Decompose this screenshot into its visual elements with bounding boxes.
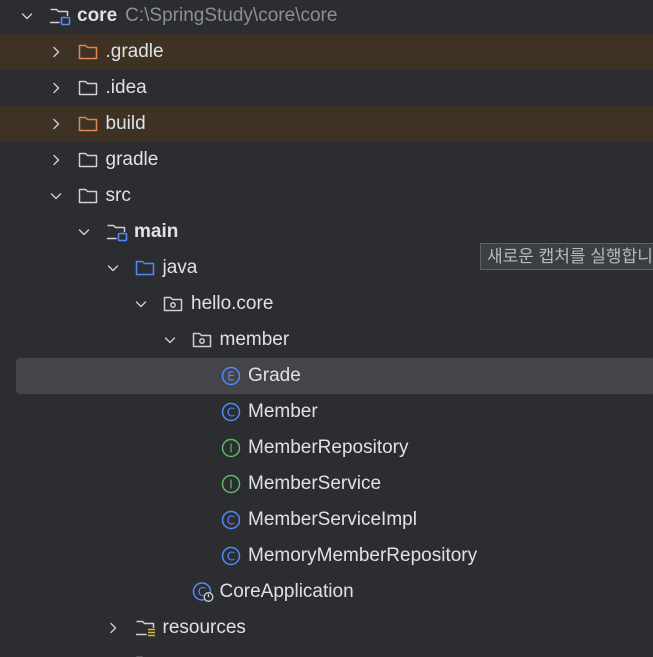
tree-item-label: .idea [106,70,147,106]
module-folder-icon [49,6,71,26]
tree-item-name: main [134,221,179,242]
interface-icon: I [220,438,242,458]
module-folder-icon [106,222,128,242]
chevron-right-icon[interactable] [49,117,63,131]
tree-item-label: .gradle [106,34,164,70]
chevron-down-icon[interactable] [77,225,91,239]
chevron-down-icon[interactable] [106,261,120,275]
svg-text:I: I [229,477,233,491]
interface-icon: I [220,474,242,494]
tree-row-coreapplication[interactable]: C CoreApplication [0,574,653,610]
tree-item-name: CoreApplication [219,581,354,602]
project-tree[interactable]: core C:\SpringStudy\core\core .gradle .idea… [0,0,653,657]
tree-item-label: java [163,250,198,286]
tree-item-name: MemberServiceImpl [248,509,417,530]
tree-item-label: MemoryMemberRepository [248,538,477,574]
tree-row-build[interactable]: build [0,106,653,142]
tree-row-memorymemberrepository[interactable]: C MemoryMemberRepository [0,538,653,574]
tree-item-label: build [106,106,146,142]
tree-row-memberrepository[interactable]: I MemberRepository [0,430,653,466]
tree-item-name: Grade [248,365,301,386]
folder-icon [78,150,100,170]
tree-row-member[interactable]: C Member [0,394,653,430]
excluded-folder-icon [78,114,100,134]
tree-item-name: MemberService [248,473,382,494]
spring-boot-class-icon: C [192,582,214,602]
tree-row-memberservice[interactable]: I MemberService [0,466,653,502]
tree-row-grade[interactable]: E Grade [16,358,653,394]
excluded-folder-icon [78,42,100,62]
tree-item-name: .idea [105,77,147,98]
tree-item-label: MemberServiceImpl [248,502,417,538]
tree-item-name: build [105,113,146,134]
chevron-right-icon[interactable] [49,153,63,167]
tree-item-name: member [219,329,290,350]
tree-item-label: MemberRepository [248,430,409,466]
svg-text:C: C [227,405,235,419]
folder-icon [78,186,100,206]
class-icon: C [220,402,242,422]
chevron-down-icon[interactable] [134,297,148,311]
tree-item-name: gradle [105,149,159,170]
enum-icon: E [220,366,242,386]
tree-row-resources[interactable]: resources [0,610,653,646]
tree-item-label: CoreApplication [220,574,354,610]
tree-row-idea[interactable]: .idea [0,70,653,106]
tree-item-name: Member [248,401,318,422]
tree-item-label: core C:\SpringStudy\core\core [77,0,337,34]
tree-row-hello-core[interactable]: hello.core [0,286,653,322]
tree-item-label: MemberService [248,466,381,502]
tree-item-label: src [106,178,131,214]
tree-item-label: gradle [106,142,159,178]
tree-row-gradle[interactable]: .gradle [0,34,653,70]
capture-tooltip: 새로운 캡처를 실행합니다 [480,243,653,270]
tree-item-name: MemberRepository [248,437,409,458]
chevron-right-icon[interactable] [49,45,63,59]
chevron-down-icon[interactable] [163,333,177,347]
tree-row-src[interactable]: src [0,178,653,214]
chevron-right-icon[interactable] [106,621,120,635]
class-icon: C [220,546,242,566]
tree-item-name: resources [162,617,246,638]
tree-item-name: java [162,257,198,278]
tree-row-member[interactable]: member [0,322,653,358]
tree-item-label: main [134,214,178,250]
tree-row-gradle[interactable]: gradle [0,142,653,178]
package-icon [163,294,185,314]
chevron-right-icon[interactable] [49,81,63,95]
tree-item-label: hello.core [191,286,273,322]
chevron-down-icon[interactable] [49,189,63,203]
svg-text:I: I [229,441,233,455]
resources-folder-icon [135,618,157,638]
tree-item-label: Member [248,394,318,430]
tree-row-item[interactable] [0,646,653,657]
tree-item-name: hello.core [191,293,274,314]
svg-text:E: E [227,369,235,383]
package-icon [192,330,214,350]
tree-item-name: core [77,5,118,26]
source-root-folder-icon [135,258,157,278]
tree-item-label: resources [163,610,246,646]
tree-item-name: src [105,185,131,206]
svg-text:C: C [227,549,235,563]
chevron-down-icon[interactable] [20,9,34,23]
tree-item-name: .gradle [105,41,164,62]
svg-text:C: C [227,513,235,527]
tree-item-label: Grade [248,358,301,394]
tree-row-core[interactable]: core C:\SpringStudy\core\core [0,0,653,34]
tree-item-label: member [220,322,290,358]
module-path: C:\SpringStudy\core\core [125,5,338,26]
class-icon: C [220,510,242,530]
tree-item-name: MemoryMemberRepository [248,545,478,566]
tree-row-memberserviceimpl[interactable]: C MemberServiceImpl [0,502,653,538]
folder-icon [78,78,100,98]
